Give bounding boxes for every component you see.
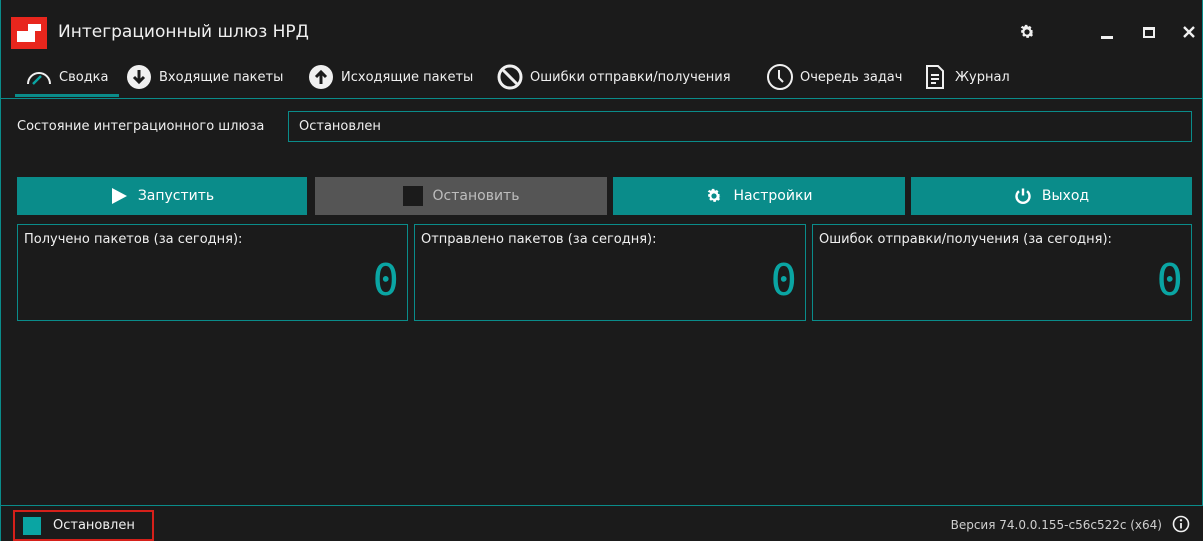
tab-divider xyxy=(1,98,1203,99)
tab-label: Ошибки отправки/получения xyxy=(530,69,731,85)
gateway-state-field: Остановлен xyxy=(288,111,1192,142)
received-packets-label: Получено пакетов (за сегодня): xyxy=(24,232,243,247)
tab-send-receive-errors[interactable]: Ошибки отправки/получения xyxy=(496,60,731,94)
gauge-icon xyxy=(25,63,53,91)
stop-square-icon xyxy=(402,186,423,206)
tab-outgoing-packets[interactable]: Исходящие пакеты xyxy=(307,60,473,94)
active-tab-indicator xyxy=(15,94,119,97)
tab-summary[interactable]: Сводка xyxy=(25,60,109,94)
tab-task-queue[interactable]: Очередь задач xyxy=(766,60,902,94)
sent-packets-label: Отправлено пакетов (за сегодня): xyxy=(421,232,657,247)
start-button[interactable]: Запустить xyxy=(17,177,307,215)
start-button-label: Запустить xyxy=(137,188,215,204)
tab-log[interactable]: Журнал xyxy=(921,60,1010,94)
play-icon xyxy=(110,187,128,205)
version-text: Версия 74.0.0.155-c56c522c (x64) xyxy=(950,518,1162,532)
errors-count: 0 xyxy=(1156,255,1184,306)
errors-card: Ошибок отправки/получения (за сегодня): … xyxy=(812,224,1192,321)
status-square-icon xyxy=(23,516,41,535)
sent-packets-count: 0 xyxy=(770,255,798,306)
maximize-icon[interactable] xyxy=(1135,18,1163,46)
info-icon[interactable] xyxy=(1172,515,1190,533)
exit-button-label: Выход xyxy=(1041,188,1090,204)
status-bar: Остановлен Версия 74.0.0.155-c56c522c (x… xyxy=(1,506,1203,541)
gateway-state-label: Состояние интеграционного шлюза xyxy=(17,119,265,134)
power-icon xyxy=(1014,187,1032,205)
settings-button[interactable]: Настройки xyxy=(613,177,905,215)
stop-button-label: Остановить xyxy=(432,188,520,204)
tab-incoming-packets[interactable]: Входящие пакеты xyxy=(125,60,283,94)
arrow-up-circle-icon xyxy=(307,63,335,91)
close-icon[interactable] xyxy=(1175,18,1203,46)
tab-label: Журнал xyxy=(955,69,1010,85)
clock-icon xyxy=(766,63,794,91)
settings-button-label: Настройки xyxy=(733,188,813,204)
received-packets-count: 0 xyxy=(372,255,400,306)
settings-gear-icon[interactable] xyxy=(1013,18,1041,46)
minimize-icon[interactable] xyxy=(1093,18,1121,46)
tab-bar: Сводка Входящие пакеты Исходящие пакеты … xyxy=(1,56,1203,98)
tab-label: Исходящие пакеты xyxy=(341,69,474,85)
tab-label: Сводка xyxy=(59,69,109,85)
sent-packets-card: Отправлено пакетов (за сегодня): 0 xyxy=(414,224,806,321)
exit-button[interactable]: Выход xyxy=(911,177,1192,215)
received-packets-card: Получено пакетов (за сегодня): 0 xyxy=(17,224,408,321)
document-icon xyxy=(921,63,949,91)
stop-button[interactable]: Остановить xyxy=(315,177,607,215)
errors-label: Ошибок отправки/получения (за сегодня): xyxy=(819,232,1112,247)
gear-icon xyxy=(705,187,723,205)
app-window: Интеграционный шлюз НРД Сводка Входящие … xyxy=(0,0,1203,541)
service-status-text: Остановлен xyxy=(53,518,135,533)
app-logo-icon xyxy=(11,17,47,49)
tab-label: Очередь задач xyxy=(800,69,903,85)
forbidden-icon xyxy=(496,63,524,91)
window-title: Интеграционный шлюз НРД xyxy=(58,22,309,42)
arrow-down-circle-icon xyxy=(125,63,153,91)
title-bar: Интеграционный шлюз НРД xyxy=(1,8,1203,56)
service-status-indicator: Остановлен xyxy=(13,510,154,541)
tab-label: Входящие пакеты xyxy=(159,69,284,85)
